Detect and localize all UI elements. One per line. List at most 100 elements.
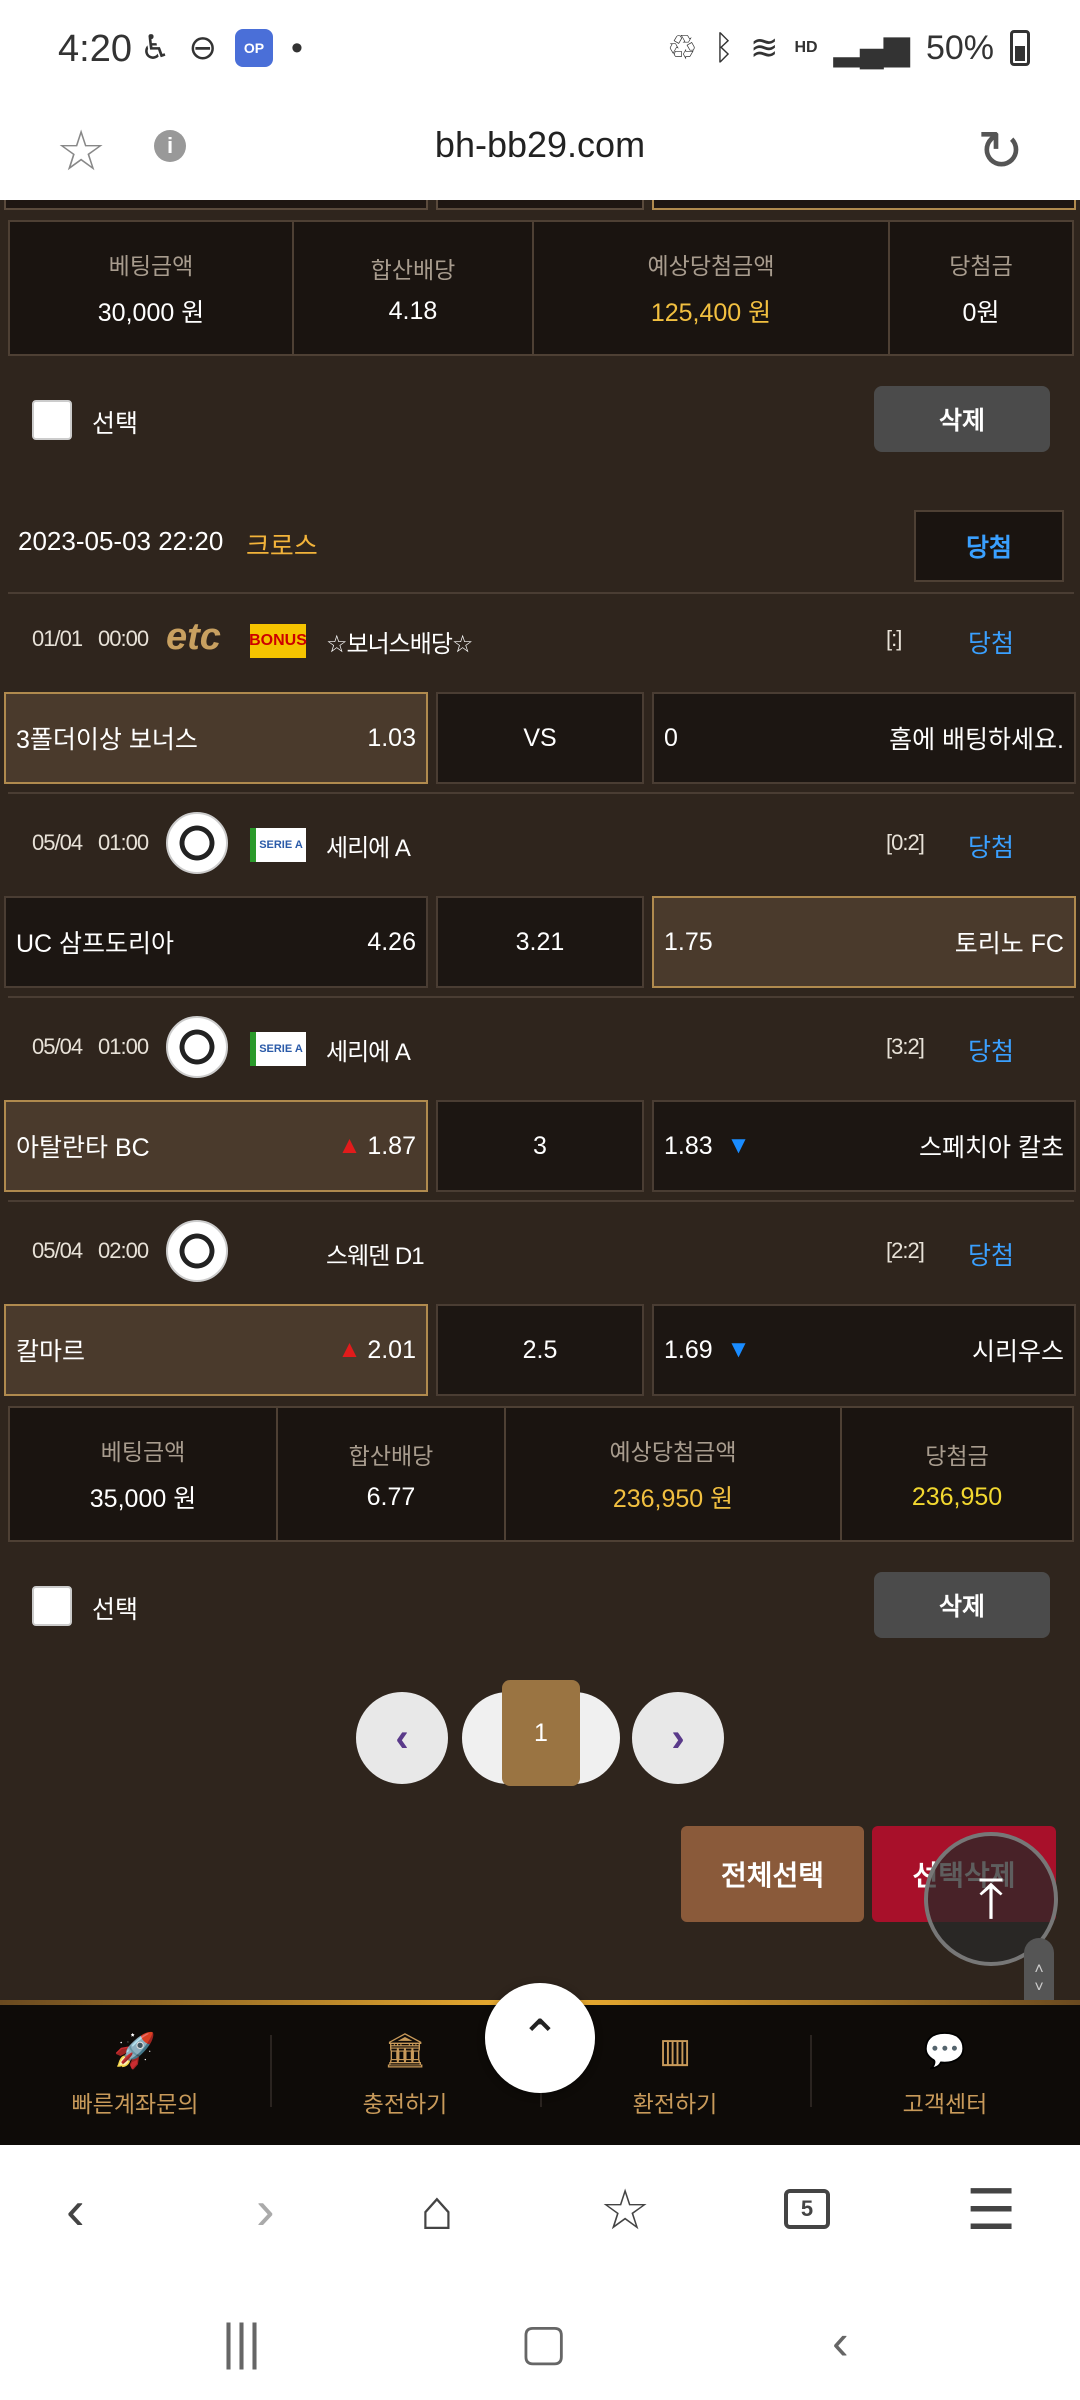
league-name: ☆보너스배당☆ — [326, 631, 473, 658]
current-page-button[interactable]: 1 — [502, 1680, 580, 1786]
soccer-ball-icon — [166, 812, 228, 874]
chat-icon: 💬 — [923, 2032, 967, 2070]
chevron-down-icon: ˅ — [1034, 1979, 1044, 1996]
draw-odds-box[interactable]: 2.5 — [436, 1304, 644, 1396]
home-odds-box[interactable]: 3폴더이상 보너스 1.03 — [4, 692, 428, 784]
game-result: 당첨 — [968, 1038, 1015, 1066]
opgg-app-icon: OP — [234, 29, 273, 67]
prev-page-button[interactable]: ‹ — [356, 1692, 448, 1784]
status-notification-icons: ♿ ⊖ OP • — [140, 28, 303, 68]
divider — [8, 792, 1074, 794]
game-header: 05/04 02:00 스웨덴 D1 [2:2] 당첨 — [0, 1206, 1080, 1296]
scroll-handle[interactable]: ˄ ˅ — [1024, 1938, 1054, 2005]
draw-odds-box[interactable]: 3 — [436, 1100, 644, 1192]
away-odds-box[interactable]: 0 홈에 배팅하세요. — [652, 692, 1076, 784]
wifi-icon: ≋ — [749, 29, 779, 67]
bet-history-content: 베팅금액 30,000 원 합산배당 4.18 예상당첨금액 125,400 원… — [0, 200, 1080, 2005]
home-odds-box[interactable]: 칼마르 ▲ 2.01 — [4, 1304, 428, 1396]
browser-url-bar: ☆ i bh-bb29.com ↻ — [0, 100, 1080, 200]
game-header: 05/04 01:00 SERIE A 세리에 A [3:2] 당첨 — [0, 1002, 1080, 1092]
total-odds-cell: 합산배당 6.77 — [278, 1408, 506, 1540]
atm-icon: ▥ — [658, 2032, 692, 2070]
delete-button[interactable]: 삭제 — [874, 386, 1050, 452]
bet-amount-cell: 베팅금액 30,000 원 — [10, 222, 294, 354]
recent-apps-icon[interactable]: ||| — [222, 2313, 261, 2371]
bank-icon: 🏛 — [383, 2032, 427, 2070]
serie-a-flag-icon: SERIE A — [250, 1032, 306, 1066]
game-header: 05/04 01:00 SERIE A 세리에 A [0:2] 당첨 — [0, 798, 1080, 888]
divider — [8, 996, 1074, 998]
away-odds-box[interactable]: 1.75 토리노 FC — [652, 896, 1076, 988]
home-button-icon[interactable]: ▢ — [520, 2313, 567, 2371]
caret-up-icon: ⌃ — [519, 2010, 561, 2066]
select-checkbox[interactable] — [32, 400, 72, 440]
battery-icon — [1010, 30, 1030, 66]
win-amount-cell: 당첨금 236,950 — [911, 1442, 1003, 1511]
odds-up-arrow-icon: ▲ — [337, 1336, 362, 1363]
serie-a-flag-icon: SERIE A — [250, 828, 306, 862]
bet-datetime: 2023-05-03 22:20 — [18, 526, 224, 556]
bet-amount-cell: 베팅금액 35,000 원 — [10, 1408, 278, 1540]
chevron-up-icon: ˄ — [1034, 1961, 1044, 1978]
away-odds-box[interactable]: 1.83 ▼ 스페치아 칼초 — [652, 1100, 1076, 1192]
accessibility-icon: ♿ — [140, 29, 171, 67]
menu-icon[interactable]: ☰ — [966, 2177, 1016, 2243]
system-nav-bar: ||| ▢ ‹ — [0, 2275, 1080, 2400]
status-system-icons: ♲ ᛒ ≋ HD ▂▄▆ 50% — [667, 28, 1030, 68]
battery-percent: 50% — [925, 28, 994, 67]
divider — [8, 1200, 1074, 1202]
select-row-1: 선택 삭제 — [0, 384, 1080, 454]
win-amount-cell: 당첨금 0원 — [949, 253, 1013, 327]
pagination: ‹ 1 › — [0, 1680, 1080, 1790]
arrow-up-icon: ⤒ — [978, 1866, 1004, 1930]
select-label: 선택 — [92, 410, 139, 438]
previous-row-stub — [0, 200, 1080, 210]
home-odds-box[interactable]: UC 삼프도리아 4.26 — [4, 896, 428, 988]
bet-summary-1: 베팅금액 30,000 원 합산배당 4.18 예상당첨금액 125,400 원… — [8, 220, 1074, 356]
bookmarks-icon[interactable]: ☆ — [600, 2177, 650, 2243]
away-odds-box[interactable]: 1.69 ▼ 시리우스 — [652, 1304, 1076, 1396]
home-odds-box[interactable]: 아탈란타 BC ▲ 1.87 — [4, 1100, 428, 1192]
home-icon[interactable]: ⌂ — [420, 2177, 454, 2242]
status-bar: 4:20 ♿ ⊖ OP • ♲ ᛒ ≋ HD ▂▄▆ 50% — [0, 0, 1080, 100]
bet-header-2: 2023-05-03 22:20 크로스 당첨 — [0, 502, 1080, 584]
delete-button[interactable]: 삭제 — [874, 1572, 1050, 1638]
do-not-disturb-icon: ⊖ — [188, 29, 217, 67]
nav-quick-account-inquiry[interactable]: 🚀 빠른계좌문의 — [0, 2005, 270, 2145]
game-score: [2:2] — [886, 1238, 925, 1263]
page-up-fab[interactable]: ⌃ — [485, 1983, 595, 2093]
next-page-button[interactable]: › — [632, 1692, 724, 1784]
tabs-icon[interactable]: 5 — [784, 2189, 830, 2229]
odds-row: 아탈란타 BC ▲ 1.87 3 1.83 ▼ 스페치아 칼초 — [0, 1100, 1080, 1192]
league-name: 스웨덴 D1 — [326, 1243, 425, 1270]
total-odds-cell: 합산배당 4.18 — [294, 222, 534, 354]
browser-toolbar: ‹ › ⌂ ☆ 5 ☰ — [0, 2145, 1080, 2275]
signal-icon: ▂▄▆ — [833, 29, 910, 67]
nav-customer-center[interactable]: 💬 고객센터 — [810, 2005, 1080, 2145]
league-name: 세리에 A — [326, 835, 411, 862]
expected-win-cell: 예상당첨금액 125,400 원 — [534, 222, 890, 354]
game-score: [3:2] — [886, 1034, 925, 1059]
select-checkbox[interactable] — [32, 1586, 72, 1626]
back-icon[interactable]: ‹ — [66, 2177, 85, 2242]
expected-win-cell: 예상당첨금액 236,950 원 — [506, 1408, 842, 1540]
reload-icon[interactable]: ↻ — [977, 118, 1024, 184]
select-label: 선택 — [92, 1596, 139, 1624]
draw-odds-box[interactable]: 3.21 — [436, 896, 644, 988]
more-dot-icon: • — [290, 28, 303, 67]
game-result: 당첨 — [968, 834, 1015, 862]
status-time: 4:20 — [58, 28, 132, 70]
game-score: [:] — [886, 626, 902, 651]
url-text[interactable]: bh-bb29.com — [0, 124, 1080, 166]
draw-odds-box[interactable]: VS — [436, 692, 644, 784]
select-all-button[interactable]: 전체선택 — [681, 1826, 864, 1922]
odds-up-arrow-icon: ▲ — [337, 1132, 362, 1159]
system-back-icon[interactable]: ‹ — [832, 2313, 849, 2371]
battery-saver-icon: ♲ — [667, 29, 698, 67]
bonus-flag-icon: BONUS — [249, 624, 307, 658]
etc-sport-icon: etc — [166, 616, 221, 658]
soccer-ball-icon — [166, 1016, 228, 1078]
odds-row: 칼마르 ▲ 2.01 2.5 1.69 ▼ 시리우스 — [0, 1304, 1080, 1396]
odds-down-arrow-icon: ▼ — [726, 1336, 751, 1363]
forward-icon[interactable]: › — [256, 2177, 275, 2242]
